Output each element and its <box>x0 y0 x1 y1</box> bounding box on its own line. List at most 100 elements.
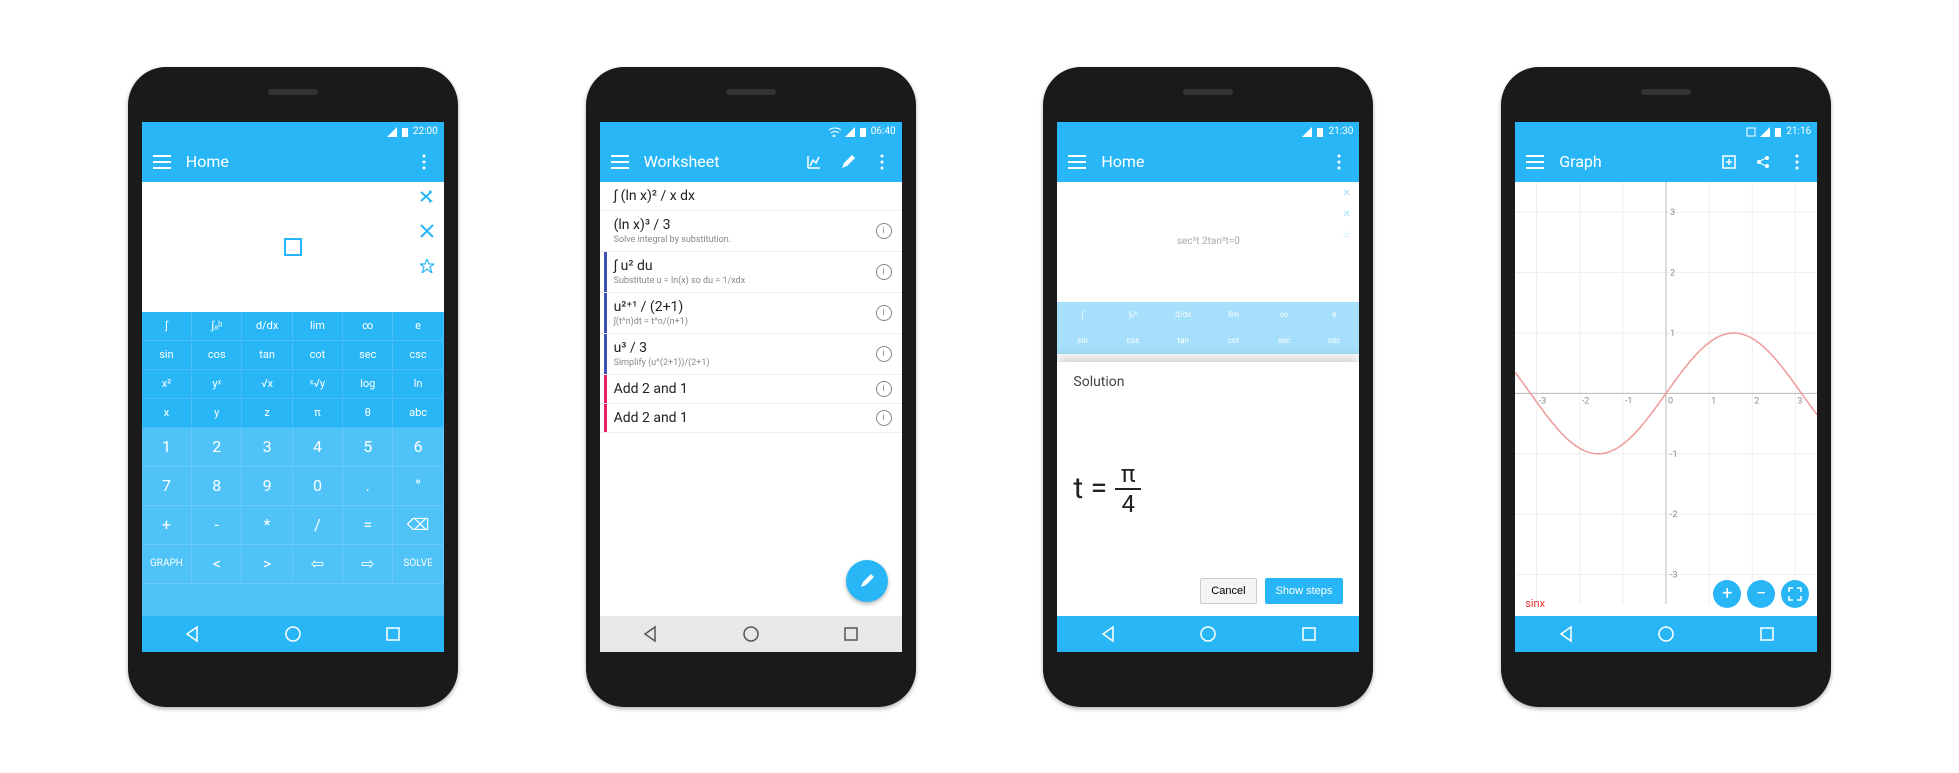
close-icon[interactable] <box>420 223 434 242</box>
back-icon[interactable] <box>1099 625 1117 643</box>
overflow-icon[interactable] <box>1787 154 1807 170</box>
key-6[interactable]: 6 <box>393 428 443 467</box>
key-tan[interactable]: tan <box>242 341 292 370</box>
menu-icon[interactable] <box>1067 155 1087 169</box>
worksheet-step[interactable]: Add 2 and 1i <box>600 404 902 433</box>
edit-icon[interactable] <box>838 154 858 170</box>
zoom-out-button[interactable]: − <box>1747 580 1775 608</box>
worksheet-list[interactable]: ∫ (ln x)² / x dx(ln x)³ / 3Solve integra… <box>600 182 902 616</box>
worksheet-step[interactable]: u²⁺¹ / (2+1)∫(t^n)dt = t^n/(n+1)i <box>600 293 902 334</box>
key-log[interactable]: log <box>343 370 393 399</box>
home-icon[interactable] <box>742 625 760 643</box>
key-[interactable]: ⇨ <box>343 545 393 584</box>
key-4[interactable]: 4 <box>293 428 343 467</box>
function-label: sinx <box>1525 597 1545 610</box>
info-icon[interactable]: i <box>876 410 892 426</box>
menu-icon[interactable] <box>152 155 172 169</box>
key-[interactable]: < <box>192 545 242 584</box>
key-2[interactable]: 2 <box>192 428 242 467</box>
show-steps-button[interactable]: Show steps <box>1265 578 1344 604</box>
recent-icon[interactable] <box>1300 625 1318 643</box>
key-[interactable]: ⌫ <box>393 506 443 545</box>
star-icon[interactable] <box>420 258 434 277</box>
key-y[interactable]: y <box>192 399 242 428</box>
back-icon[interactable] <box>183 625 201 643</box>
fullscreen-button[interactable] <box>1781 580 1809 608</box>
menu-icon[interactable] <box>610 155 630 169</box>
key-ln[interactable]: ln <box>393 370 443 399</box>
key-3[interactable]: 3 <box>242 428 292 467</box>
key-x[interactable]: √x <box>242 370 292 399</box>
home-icon[interactable] <box>284 625 302 643</box>
home-icon[interactable] <box>1657 625 1675 643</box>
key-[interactable]: θ <box>343 399 393 428</box>
key-cos[interactable]: cos <box>192 341 242 370</box>
key-x[interactable]: x <box>142 399 192 428</box>
key-0[interactable]: 0 <box>293 467 343 506</box>
back-icon[interactable] <box>1557 625 1575 643</box>
key-1[interactable]: 1 <box>142 428 192 467</box>
info-icon[interactable]: i <box>876 305 892 321</box>
key-x[interactable]: x² <box>142 370 192 399</box>
key-[interactable]: ∫ <box>142 312 192 341</box>
overflow-icon[interactable] <box>1329 154 1349 170</box>
overflow-icon[interactable] <box>872 154 892 170</box>
recent-icon[interactable] <box>1758 625 1776 643</box>
key-graph[interactable]: GRAPH <box>142 545 192 584</box>
info-icon[interactable]: i <box>876 346 892 362</box>
key-y[interactable]: ˣ√y <box>293 370 343 399</box>
share-icon[interactable] <box>1753 154 1773 170</box>
shuffle-icon[interactable] <box>420 188 434 207</box>
key-5[interactable]: 5 <box>343 428 393 467</box>
key-7[interactable]: 7 <box>142 467 192 506</box>
key-ddx[interactable]: d/dx <box>242 312 292 341</box>
close-icon-dim: ✕ <box>1342 209 1351 220</box>
key-8[interactable]: 8 <box>192 467 242 506</box>
key-sin[interactable]: sin <box>142 341 192 370</box>
back-icon[interactable] <box>641 625 659 643</box>
recent-icon[interactable] <box>384 625 402 643</box>
key-[interactable]: + <box>142 506 192 545</box>
key-[interactable]: ⇦ <box>293 545 343 584</box>
star-icon-dim: ☆ <box>1342 230 1351 241</box>
key-sec[interactable]: sec <box>343 341 393 370</box>
key-z[interactable]: z <box>242 399 292 428</box>
fab-edit[interactable] <box>846 560 888 602</box>
chart-icon[interactable] <box>804 154 824 170</box>
key-[interactable]: π <box>293 399 343 428</box>
key-[interactable]: ∫ₐᵇ <box>192 312 242 341</box>
key-[interactable]: > <box>242 545 292 584</box>
key-[interactable]: . <box>343 467 393 506</box>
add-plot-icon[interactable] <box>1719 154 1739 170</box>
key-[interactable]: = <box>343 506 393 545</box>
worksheet-step[interactable]: (ln x)³ / 3Solve integral by substitutio… <box>600 211 902 252</box>
key-abc[interactable]: abc <box>393 399 443 428</box>
expression-display[interactable] <box>142 182 444 312</box>
cancel-button[interactable]: Cancel <box>1200 578 1256 604</box>
recent-icon[interactable] <box>842 625 860 643</box>
info-icon[interactable]: i <box>876 223 892 239</box>
key-solve[interactable]: SOLVE <box>393 545 443 584</box>
key-e[interactable]: e <box>393 312 443 341</box>
key-[interactable]: * <box>242 506 292 545</box>
key-[interactable]: ∞ <box>343 312 393 341</box>
graph-canvas[interactable]: -3-2-10123-3-2-1123 sinx + − <box>1515 182 1817 616</box>
info-icon[interactable]: i <box>876 264 892 280</box>
key-9[interactable]: 9 <box>242 467 292 506</box>
key-cot[interactable]: cot <box>293 341 343 370</box>
key-csc[interactable]: csc <box>393 341 443 370</box>
worksheet-step[interactable]: ∫ (ln x)² / x dx <box>600 182 902 211</box>
zoom-in-button[interactable]: + <box>1713 580 1741 608</box>
overflow-icon[interactable] <box>414 154 434 170</box>
info-icon[interactable]: i <box>876 381 892 397</box>
worksheet-step[interactable]: u³ / 3Simplify (u^(2+1))/(2+1)i <box>600 334 902 375</box>
worksheet-step[interactable]: Add 2 and 1i <box>600 375 902 404</box>
key-[interactable]: / <box>293 506 343 545</box>
key-y[interactable]: yˣ <box>192 370 242 399</box>
worksheet-step[interactable]: ∫ u² duSubstitute u = ln(x) so du = 1/xd… <box>600 252 902 293</box>
home-icon[interactable] <box>1199 625 1217 643</box>
key-[interactable]: - <box>192 506 242 545</box>
menu-icon[interactable] <box>1525 155 1545 169</box>
key-lim[interactable]: lim <box>293 312 343 341</box>
key-[interactable]: ° <box>393 467 443 506</box>
